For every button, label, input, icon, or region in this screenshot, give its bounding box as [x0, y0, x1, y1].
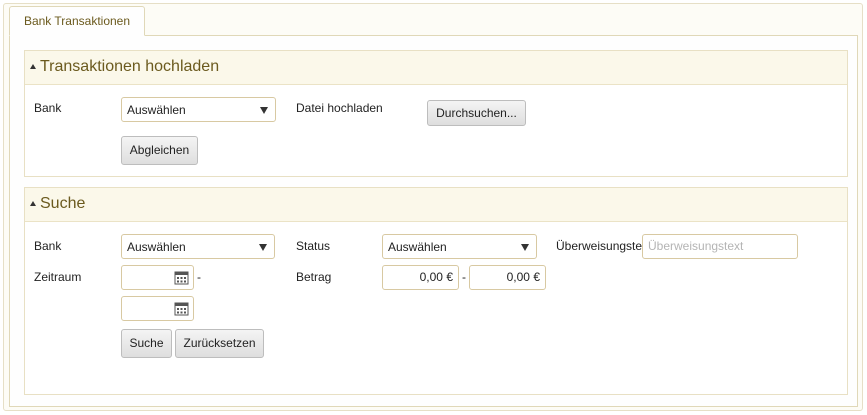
calendar-icon[interactable]	[174, 301, 189, 316]
upload-panel: Transaktionen hochladen Bank Auswählen D…	[24, 50, 848, 177]
status-select-value: Auswählen	[388, 240, 447, 254]
status-select[interactable]: Auswählen	[382, 234, 537, 259]
upload-panel-header[interactable]: Transaktionen hochladen	[25, 51, 847, 85]
search-bank-label: Bank	[34, 239, 62, 253]
browse-button[interactable]: Durchsuchen...	[427, 100, 526, 126]
amount-to-input[interactable]: 0,00 €	[469, 265, 546, 290]
upload-bank-label: Bank	[34, 101, 62, 115]
period-dash: -	[197, 270, 201, 284]
collapse-triangle-icon	[30, 64, 36, 69]
upload-bank-select[interactable]: Auswählen	[121, 97, 276, 122]
collapse-triangle-icon	[30, 201, 36, 206]
transfer-text-input[interactable]: Überweisungstext	[642, 234, 798, 259]
tab-content: Transaktionen hochladen Bank Auswählen D…	[9, 35, 858, 407]
period-label: Zeitraum	[34, 270, 82, 284]
date-from-input[interactable]	[121, 265, 194, 290]
calendar-icon[interactable]	[174, 270, 189, 285]
search-panel: Suche Bank Auswählen Status Auswählen Üb…	[24, 187, 848, 395]
transfer-text-label: Überweisungstext	[556, 239, 642, 253]
reconcile-button[interactable]: Abgleichen	[121, 136, 198, 165]
search-bank-select[interactable]: Auswählen	[121, 234, 275, 259]
search-bank-select-value: Auswählen	[127, 240, 186, 254]
search-panel-title: Suche	[40, 195, 86, 212]
upload-bank-select-value: Auswählen	[127, 103, 186, 117]
chevron-down-icon	[259, 244, 267, 251]
amount-label: Betrag	[296, 270, 332, 284]
search-button[interactable]: Suche	[121, 329, 172, 358]
search-panel-header[interactable]: Suche	[25, 188, 847, 222]
amount-dash: -	[462, 270, 466, 284]
file-upload-label: Datei hochladen	[296, 101, 383, 115]
amount-from-input[interactable]: 0,00 €	[382, 265, 459, 290]
chevron-down-icon	[260, 107, 268, 114]
status-label: Status	[296, 239, 331, 253]
upload-panel-title: Transaktionen hochladen	[40, 58, 220, 75]
date-to-input[interactable]	[121, 296, 194, 321]
chevron-down-icon	[521, 244, 529, 251]
reset-button[interactable]: Zurücksetzen	[175, 329, 264, 358]
tab-bank-transaktionen[interactable]: Bank Transaktionen	[9, 6, 145, 36]
